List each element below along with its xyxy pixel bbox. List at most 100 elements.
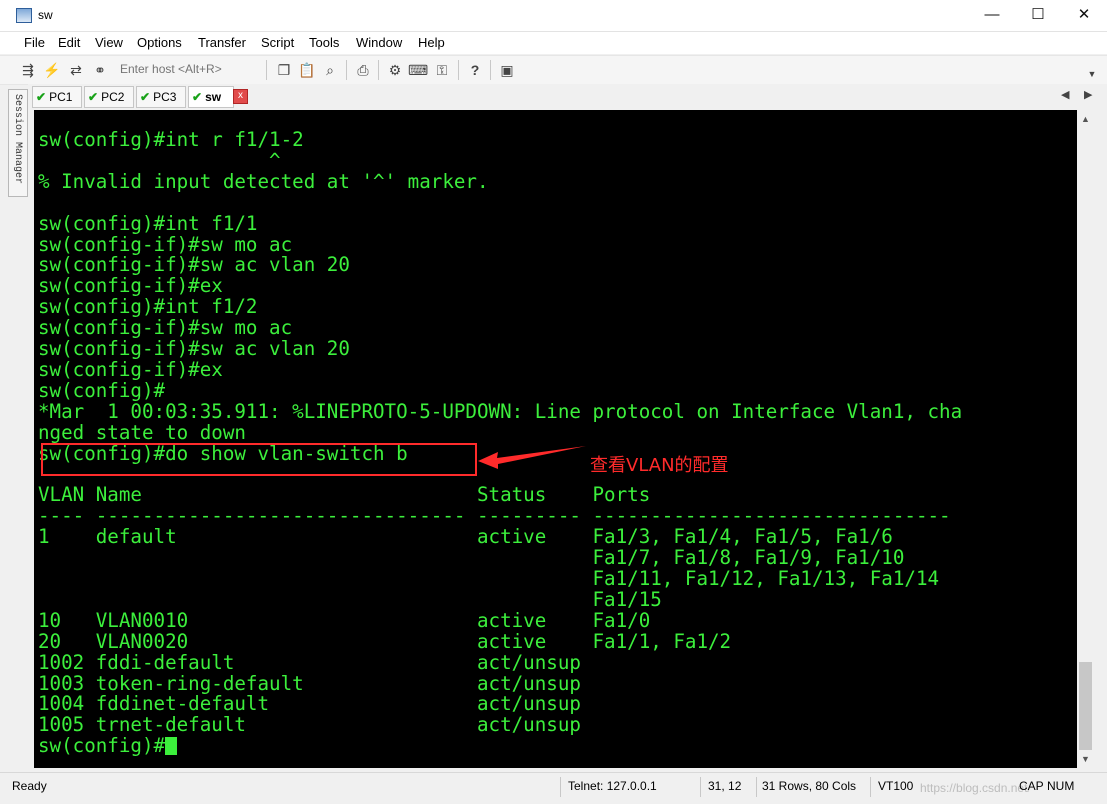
toolbar-separator [266, 60, 267, 80]
host-input[interactable] [116, 60, 264, 78]
menu-view[interactable]: View [95, 35, 123, 50]
terminal-line: ---- -------------------------------- --… [38, 504, 951, 528]
toolbar-separator [346, 60, 347, 80]
session-manager-tab[interactable]: Session Manager [8, 89, 28, 197]
terminal-line: % Invalid input detected at '^' marker. [38, 169, 489, 193]
terminal-cursor [165, 737, 178, 756]
minimize-button[interactable]: — [969, 0, 1015, 31]
terminal-line: sw(config-if)#ex [38, 357, 223, 381]
status-emulation: VT100 [878, 779, 914, 793]
connect-icon[interactable]: ⇶ [18, 60, 38, 80]
terminal-lines: sw(config)#int r f1/1-2 ^ % Invalid inpu… [38, 128, 962, 736]
tab-scroll-left-icon[interactable]: ◀ [1061, 88, 1069, 101]
help-icon[interactable]: ? [465, 60, 485, 80]
toolbar: ⇶ ⚡ ⇄ ⚭ ❐ 📋 ⌕ ⎙ ⚙ ⌨ ⚿ ? ▣ ▼ [0, 55, 1107, 85]
reconnect-icon[interactable]: ⇄ [66, 60, 86, 80]
terminal-line: nged state to down [38, 420, 246, 444]
annotation-highlight-box [41, 443, 477, 476]
menu-tools[interactable]: Tools [309, 35, 339, 50]
status-connection: Telnet: 127.0.0.1 [568, 779, 657, 793]
terminal-line: sw(config)# [38, 378, 166, 402]
terminal-prompt: sw(config)# [38, 734, 166, 758]
title-bar: sw — ☐ ✕ [0, 0, 1107, 32]
key-icon[interactable]: ⚿ [432, 60, 452, 80]
close-tab-icon[interactable]: x [233, 89, 248, 104]
menu-transfer[interactable]: Transfer [198, 35, 246, 50]
status-bar: Ready Telnet: 127.0.0.1 31, 12 31 Rows, … [0, 772, 1107, 804]
tab-pc2[interactable]: ✔ PC2 [84, 86, 134, 108]
terminal-line: Fa1/15 [38, 587, 662, 611]
connected-check-icon: ✔ [192, 90, 203, 104]
menu-options[interactable]: Options [137, 35, 182, 50]
terminal-line: 1005 trnet-default act/unsup [38, 713, 581, 737]
connected-check-icon: ✔ [140, 90, 151, 104]
scroll-down-icon[interactable]: ▼ [1077, 754, 1094, 764]
terminal-line: sw(config)#int r f1/1-2 [38, 128, 304, 151]
status-separator [560, 777, 561, 797]
status-size: 31 Rows, 80 Cols [762, 779, 857, 793]
connected-check-icon: ✔ [88, 90, 99, 104]
terminal-line: ^ [38, 148, 281, 172]
terminal-line: *Mar 1 00:03:35.911: %LINEPROTO-5-UPDOWN… [38, 399, 963, 423]
session-tab-bar: ✔ PC1 ✔ PC2 ✔ PC3 ✔ sw x ◀ ▶ [28, 84, 1107, 109]
session-icon[interactable]: ▣ [497, 60, 517, 80]
tab-pc1[interactable]: ✔ PC1 [32, 86, 82, 108]
menu-script[interactable]: Script [261, 35, 294, 50]
status-caps: CAP [1019, 779, 1044, 793]
window-title: sw [38, 8, 53, 22]
watermark: https://blog.csdn.net/ [920, 781, 1031, 795]
tab-pc3[interactable]: ✔ PC3 [136, 86, 186, 108]
terminal-line: sw(config-if)#sw ac vlan 20 [38, 337, 350, 361]
annotation-arrow-icon [478, 446, 586, 469]
terminal-line: 20 VLAN0020 active Fa1/1, Fa1/2 [38, 629, 732, 653]
menu-bar: File Edit View Options Transfer Script T… [0, 32, 1107, 54]
settings-icon[interactable]: ⚙ [385, 60, 405, 80]
toolbar-separator [378, 60, 379, 80]
maximize-button[interactable]: ☐ [1015, 0, 1061, 31]
session-manager-label: Session Manager [12, 94, 23, 185]
status-ready: Ready [12, 779, 47, 793]
status-separator [870, 777, 871, 797]
scroll-thumb[interactable] [1079, 662, 1092, 750]
status-separator [756, 777, 757, 797]
terminal-line: 10 VLAN0010 active Fa1/0 [38, 608, 651, 632]
keymap-icon[interactable]: ⌨ [408, 60, 428, 80]
chevron-down-icon[interactable]: ▼ [1082, 64, 1102, 84]
status-separator [700, 777, 701, 797]
menu-file[interactable]: File [24, 35, 45, 50]
terminal-line: sw(config-if)#sw ac vlan 20 [38, 253, 350, 277]
terminal-line: Fa1/11, Fa1/12, Fa1/13, Fa1/14 [38, 567, 940, 591]
annotation-label: 查看VLAN的配置 [590, 455, 729, 476]
close-button[interactable]: ✕ [1061, 0, 1107, 31]
scroll-up-icon[interactable]: ▲ [1077, 114, 1094, 124]
terminal-line: Fa1/7, Fa1/8, Fa1/9, Fa1/10 [38, 546, 905, 570]
terminal-output: sw(config)#int r f1/1-2 ^ % Invalid inpu… [34, 110, 1077, 757]
tab-scroll-right-icon[interactable]: ▶ [1084, 88, 1092, 101]
toolbar-separator [458, 60, 459, 80]
print-icon[interactable]: ⎙ [353, 60, 373, 80]
terminal-line: sw(config-if)#sw mo ac [38, 232, 293, 256]
terminal-line: sw(config-if)#sw mo ac [38, 316, 293, 340]
find-icon[interactable]: ⌕ [320, 60, 340, 80]
terminal-line: 1004 fddinet-default act/unsup [38, 692, 581, 716]
toolbar-separator [490, 60, 491, 80]
terminal-scrollbar[interactable]: ▲ ▼ [1077, 110, 1094, 768]
terminal-line: 1 default active Fa1/3, Fa1/4, Fa1/5, Fa… [38, 525, 893, 549]
terminal-line: sw(config)#int f1/1 [38, 211, 258, 235]
copy-icon[interactable]: ❐ [274, 60, 294, 80]
tab-sw[interactable]: ✔ sw [188, 86, 234, 108]
app-icon [16, 8, 32, 23]
menu-help[interactable]: Help [418, 35, 445, 50]
terminal-line: sw(config)#int f1/2 [38, 295, 258, 319]
terminal-line: 1003 token-ring-default act/unsup [38, 671, 581, 695]
terminal-line: sw(config-if)#ex [38, 274, 223, 298]
menu-edit[interactable]: Edit [58, 35, 80, 50]
terminal-line: 1002 fddi-default act/unsup [38, 650, 581, 674]
terminal-line: VLAN Name Status Ports [38, 483, 651, 507]
connected-check-icon: ✔ [36, 90, 47, 104]
menu-window[interactable]: Window [356, 35, 402, 50]
paste-icon[interactable]: 📋 [297, 60, 317, 80]
lightning-icon[interactable]: ⚡ [42, 60, 62, 80]
status-num: NUM [1047, 779, 1075, 793]
disconnect-icon[interactable]: ⚭ [90, 60, 110, 80]
